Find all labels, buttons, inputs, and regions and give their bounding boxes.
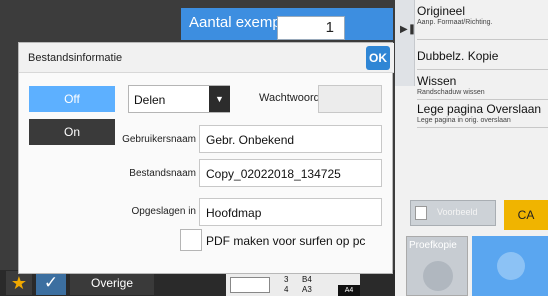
username-input[interactable]: Gebr. Onbekend (199, 125, 382, 153)
saved-in-input[interactable]: Hoofdmap (199, 198, 382, 226)
tray-4-size: A3 (302, 285, 312, 294)
username-label: Gebruikersnaam (122, 134, 196, 145)
file-info-dialog: Bestandsinformatie OK Off On Delen ▼ Wac… (18, 42, 394, 274)
ok-button[interactable]: OK (366, 46, 390, 70)
wissen-title: Wissen (417, 74, 457, 88)
wissen-subtitle: Randschaduw wissen (417, 89, 485, 96)
proefkopie-button[interactable]: Proefkopie (406, 236, 468, 296)
filename-label: Bestandsnaam (129, 168, 196, 179)
dubbelzijdig-title: Dubbelz. Kopie (417, 49, 499, 63)
dialog-header: Bestandsinformatie OK (19, 43, 394, 73)
check-icon[interactable]: ✓ (36, 271, 66, 295)
tray-3-label: 3 (284, 275, 289, 284)
password-label: Wachtwoord (259, 92, 320, 104)
on-toggle-button[interactable]: On (29, 119, 115, 145)
copies-label: Aantal exempl. (189, 14, 289, 31)
origineel-title: Origineel (417, 4, 466, 18)
lege-pagina-title: Lege pagina Overslaan (417, 102, 542, 116)
start-icon (497, 252, 525, 280)
selected-size-badge: A4 (338, 285, 360, 296)
dialog-title: Bestandsinformatie (28, 52, 123, 64)
password-input[interactable] (318, 85, 382, 113)
filename-input[interactable]: Copy_02022018_134725 (199, 159, 382, 187)
dubbelzijdig-item[interactable]: Dubbelz. Kopie (417, 44, 548, 70)
document-icon (415, 206, 427, 220)
origineel-item[interactable]: Origineel Aanp. Formaat/Richting. (417, 4, 548, 40)
proefkopie-label: Proefkopie (409, 240, 457, 251)
pdf-checkbox-label: PDF maken voor surfen op pc (206, 234, 366, 248)
preview-button[interactable]: Voorbeeld (410, 200, 496, 226)
tray-4-label: 4 (284, 285, 289, 294)
paper-tray-area[interactable]: 3 B4 4 A3 A4 (226, 274, 360, 296)
copies-bar: Aantal exempl. 1 (181, 8, 393, 40)
preview-label: Voorbeeld (437, 207, 478, 217)
proefkopie-start-icon (423, 261, 453, 291)
pdf-checkbox[interactable] (180, 229, 202, 251)
screen: Aantal exempl. 1 ▶❚ Origineel Aanp. Form… (0, 0, 548, 296)
dropdown-arrow-icon[interactable]: ▼ (209, 86, 230, 112)
favorite-star-icon[interactable]: ★ (6, 271, 32, 295)
lege-pagina-item[interactable]: Lege pagina Overslaan Lege pagina in ori… (417, 102, 548, 128)
start-button[interactable] (472, 236, 548, 296)
origineel-subtitle: Aanp. Formaat/Richting. (417, 19, 493, 26)
ca-button[interactable]: CA (504, 200, 548, 230)
play-arrow-icon: ▶❚ (400, 24, 417, 35)
copies-input[interactable]: 1 (277, 16, 345, 40)
off-toggle-button[interactable]: Off (29, 86, 115, 112)
tray-3-size: B4 (302, 275, 312, 284)
overige-button[interactable]: Overige (70, 271, 154, 295)
lege-pagina-subtitle: Lege pagina in orig. overslaan (417, 117, 511, 124)
share-select-value: Delen (134, 93, 166, 107)
share-select[interactable]: Delen ▼ (128, 85, 230, 113)
wissen-item[interactable]: Wissen Randschaduw wissen (417, 74, 548, 100)
saved-in-label: Opgeslagen in (131, 206, 197, 217)
paper-tray-icon (230, 277, 270, 293)
panel-collapse-button[interactable]: ▶❚ (395, 0, 417, 86)
